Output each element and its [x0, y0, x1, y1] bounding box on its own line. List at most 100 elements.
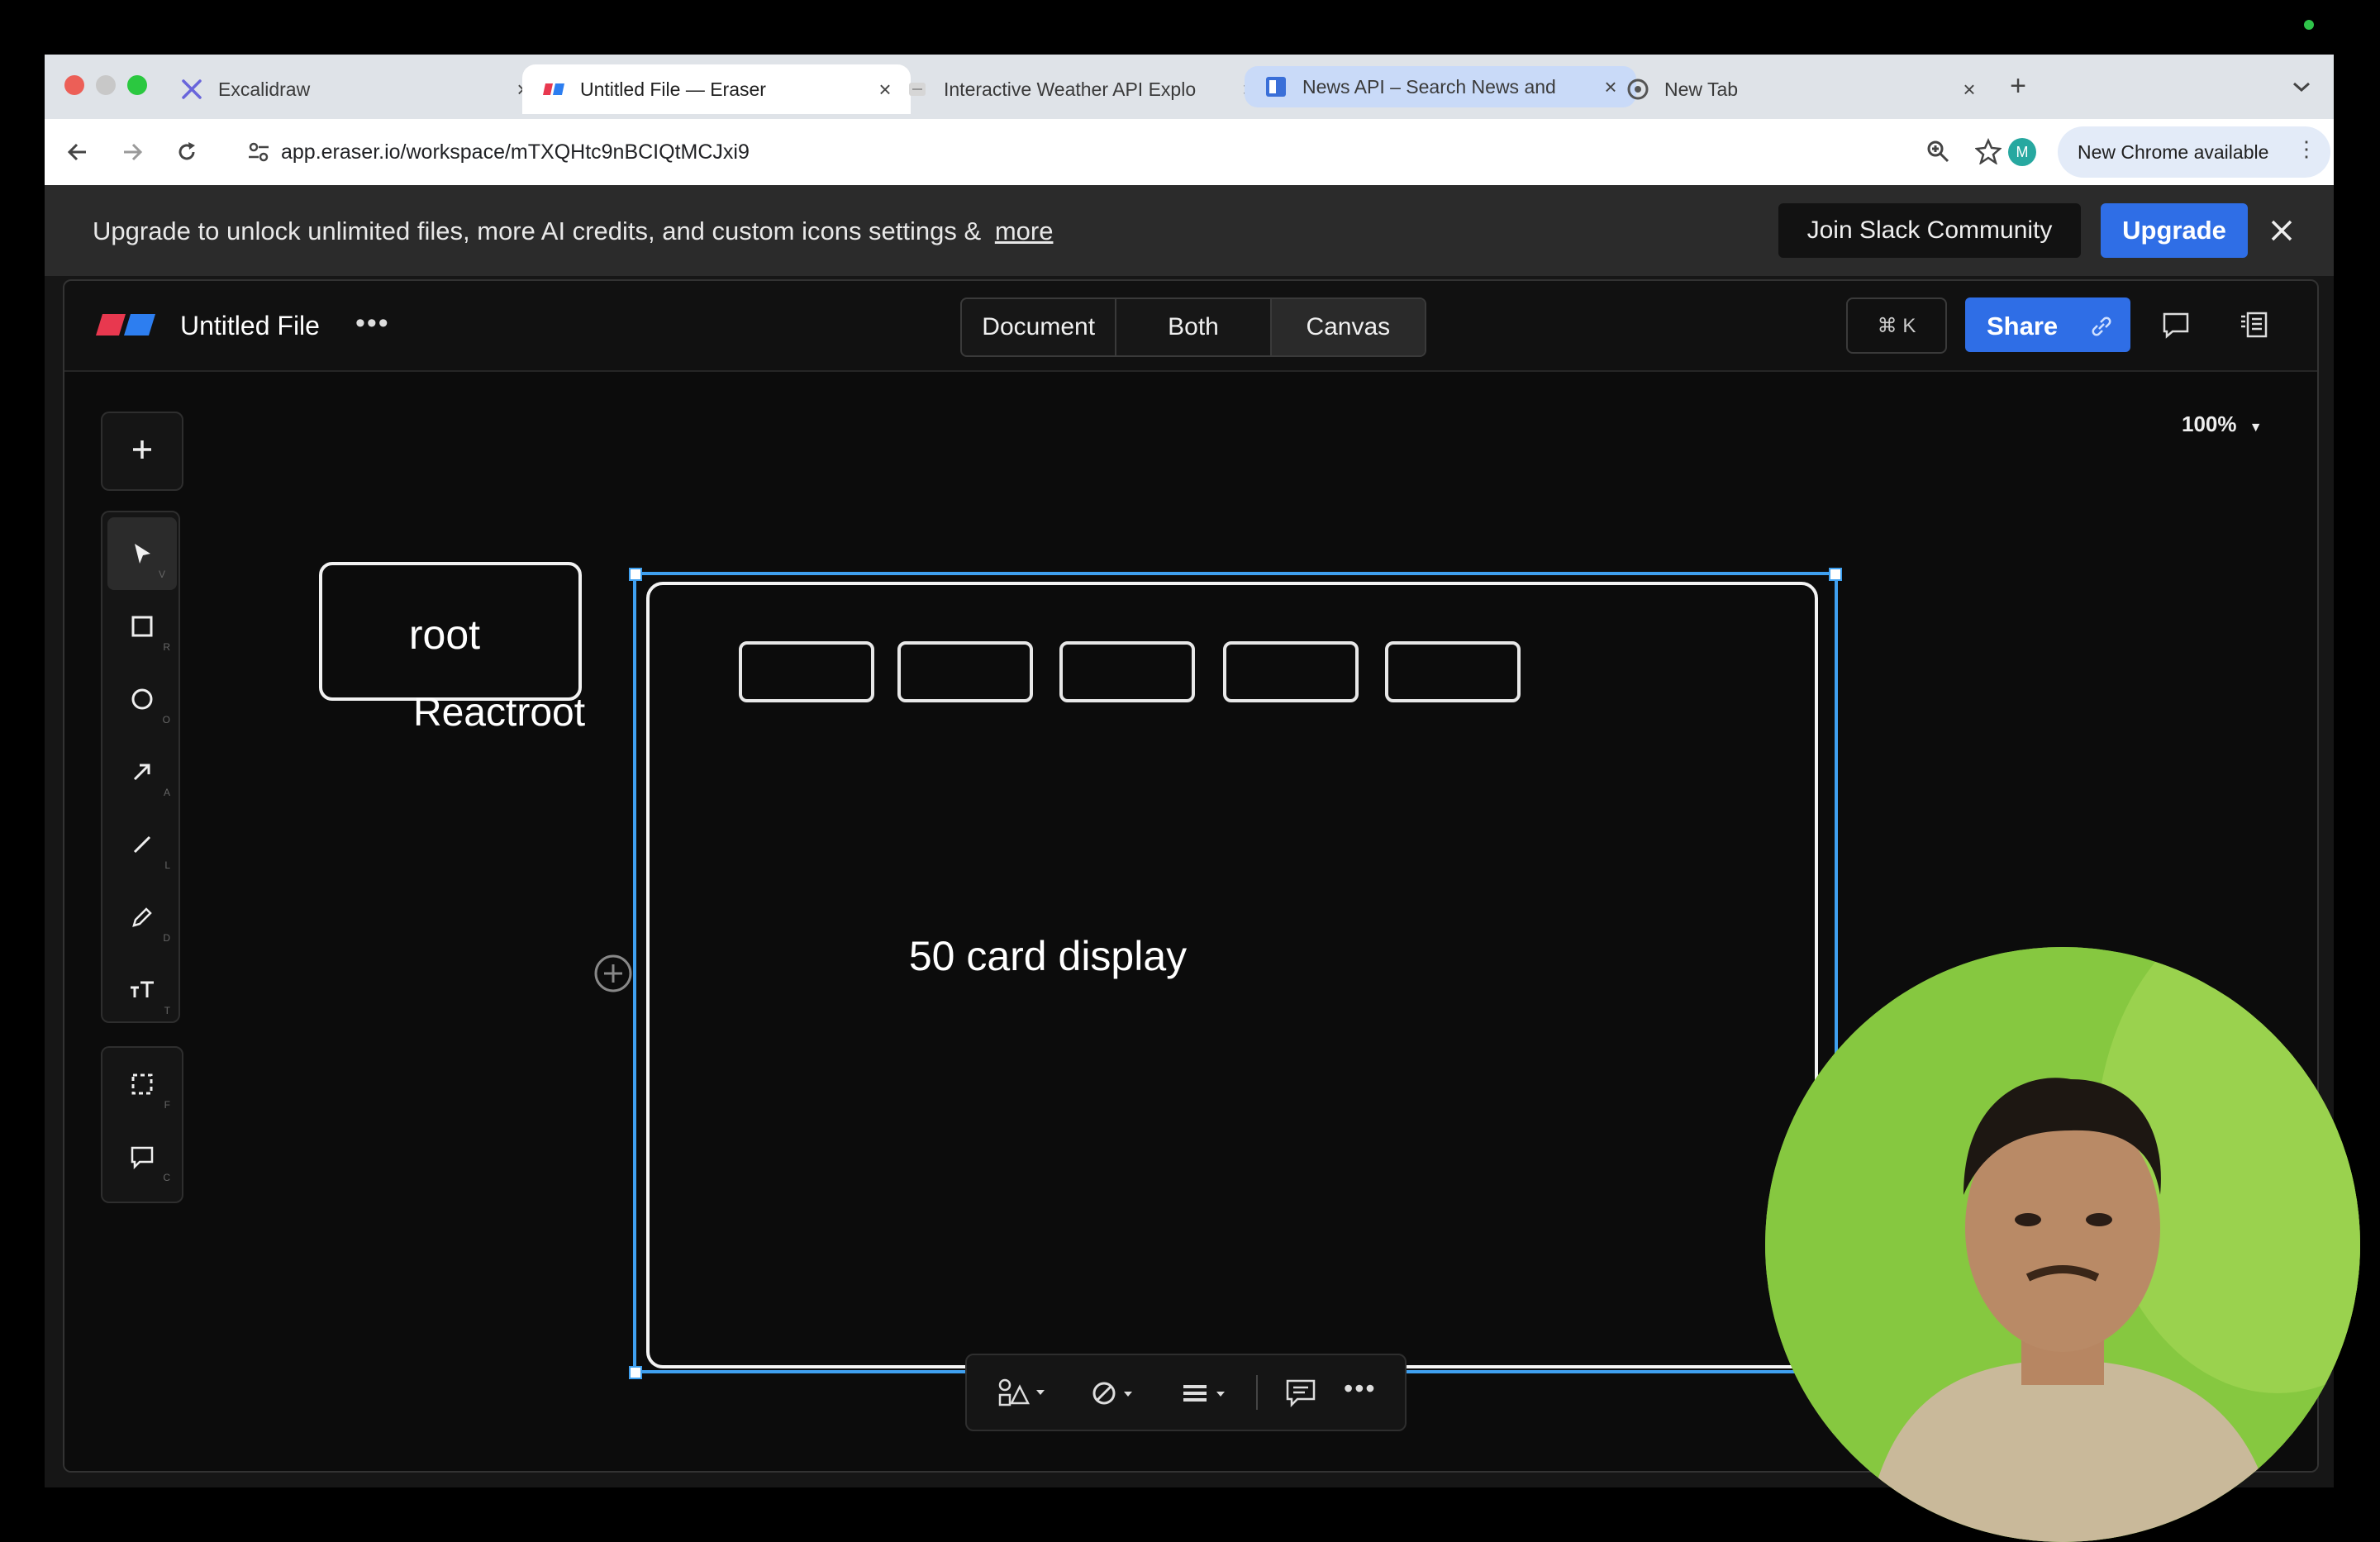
file-title[interactable]: Untitled File: [180, 311, 320, 341]
add-tool-group: [101, 412, 183, 491]
select-tool[interactable]: V: [107, 517, 177, 590]
card-placeholder[interactable]: [1059, 641, 1195, 702]
tab-new-tab[interactable]: New Tab ×: [1606, 64, 1995, 114]
view-document-button[interactable]: Document: [962, 299, 1117, 355]
pencil-tool[interactable]: D: [102, 881, 182, 954]
comment-tool[interactable]: C: [102, 1121, 182, 1193]
resize-handle[interactable]: [629, 1366, 642, 1379]
bookmark-star-icon[interactable]: [1975, 138, 2002, 164]
rectangle-tool[interactable]: R: [102, 590, 182, 663]
close-tab-icon[interactable]: ×: [1955, 75, 1983, 103]
stroke-style-icon[interactable]: [1180, 1377, 1233, 1410]
news-api-icon: [1264, 75, 1288, 98]
chrome-update-label: New Chrome available: [2078, 140, 2269, 163]
eraser-logo[interactable]: [94, 312, 157, 337]
frame-tools: F C: [101, 1046, 183, 1203]
tab-title: News API – Search News and: [1302, 75, 1556, 98]
add-connection-icon[interactable]: [594, 954, 632, 992]
zoom-control[interactable]: 100% ▼: [2182, 412, 2263, 437]
new-tab-button[interactable]: +: [2003, 70, 2033, 102]
tab-eraser[interactable]: Untitled File — Eraser ×: [522, 64, 911, 114]
command-palette-button[interactable]: ⌘ K: [1846, 297, 1947, 354]
forward-button[interactable]: [116, 136, 149, 169]
back-button[interactable]: [61, 136, 94, 169]
upgrade-button[interactable]: Upgrade: [2101, 203, 2248, 258]
tab-search-button[interactable]: [2289, 74, 2314, 99]
site-settings-icon[interactable]: [246, 140, 271, 164]
minimize-window-button[interactable]: [96, 75, 116, 95]
cursor-icon: [135, 544, 150, 564]
tab-strip: Excalidraw × Untitled File — Eraser × In…: [45, 55, 2334, 119]
eraser-icon: [542, 78, 565, 101]
banner-text: Upgrade to unlock unlimited files, more …: [93, 217, 982, 245]
editor-header: Untitled File ••• Document Both Canvas ⌘…: [64, 281, 2317, 372]
presenter-video: [1765, 947, 2360, 1542]
arrow-icon: [133, 764, 150, 781]
add-button[interactable]: [102, 413, 182, 486]
address-bar[interactable]: app.eraser.io/workspace/mTXQHtc9nBCIQtMC…: [226, 126, 2036, 178]
comment-icon: [131, 1146, 154, 1170]
outline-panel-icon[interactable]: [2238, 309, 2269, 340]
text-tool[interactable]: T: [102, 954, 182, 1026]
tab-excalidraw[interactable]: Excalidraw ×: [160, 64, 549, 114]
ellipse-tool[interactable]: O: [102, 663, 182, 735]
reactroot-label: Reactroot: [413, 691, 585, 735]
comment-icon[interactable]: [1284, 1377, 1317, 1410]
card-placeholder[interactable]: [739, 641, 874, 702]
tab-title: Interactive Weather API Explo: [944, 78, 1197, 100]
shape-style-icon[interactable]: [997, 1377, 1050, 1410]
file-menu-icon[interactable]: •••: [355, 307, 390, 340]
reload-icon: [178, 142, 195, 160]
page-icon: [906, 78, 929, 101]
more-options-icon[interactable]: •••: [1344, 1373, 1377, 1404]
arrow-left-icon: [67, 143, 86, 161]
root-label: root: [409, 612, 480, 658]
card-placeholder[interactable]: [897, 641, 1033, 702]
close-banner-icon[interactable]: [2263, 212, 2301, 250]
line-icon: [133, 835, 151, 854]
pencil-icon: [132, 907, 152, 927]
toolbar-divider: [1256, 1375, 1258, 1410]
close-window-button[interactable]: [64, 75, 84, 95]
comments-icon[interactable]: [2160, 309, 2192, 340]
tab-title: Excalidraw: [218, 78, 311, 100]
join-slack-button[interactable]: Join Slack Community: [1778, 203, 2081, 258]
more-vertical-icon[interactable]: ⋮: [2296, 138, 2317, 159]
chrome-icon: [1626, 78, 1649, 101]
drawing-tools: V R O A L D T: [101, 511, 180, 1023]
reload-button[interactable]: [170, 136, 203, 169]
rectangle-icon: [131, 616, 153, 637]
line-tool[interactable]: L: [102, 808, 182, 881]
card-placeholder[interactable]: [1385, 641, 1521, 702]
card-placeholder[interactable]: [1223, 641, 1359, 702]
resize-handle[interactable]: [1829, 568, 1842, 581]
circle-icon: [131, 688, 153, 710]
tab-news-api[interactable]: News API – Search News and ×: [1245, 66, 1636, 107]
arrow-right-icon: [124, 143, 143, 161]
share-button[interactable]: Share: [1965, 297, 2130, 352]
fill-color-icon[interactable]: [1091, 1377, 1140, 1410]
view-both-button[interactable]: Both: [1116, 299, 1272, 355]
zoom-level: 100%: [2182, 412, 2237, 436]
frame-tool[interactable]: F: [102, 1048, 182, 1121]
plus-icon: [133, 440, 151, 459]
tab-weather-api[interactable]: Interactive Weather API Explo ×: [886, 64, 1274, 114]
frame-icon: [131, 1073, 153, 1095]
resize-handle[interactable]: [629, 568, 642, 581]
zoom-icon[interactable]: [1925, 139, 1950, 164]
arrow-tool[interactable]: A: [102, 735, 182, 808]
excalidraw-icon: [180, 78, 203, 101]
chevron-down-icon: [2293, 82, 2310, 93]
selection-toolbar: •••: [965, 1354, 1407, 1431]
view-canvas-button[interactable]: Canvas: [1271, 299, 1425, 355]
profile-avatar[interactable]: M: [2008, 138, 2036, 166]
recording-indicator: [2304, 20, 2314, 30]
zoom-window-button[interactable]: [127, 75, 147, 95]
toolbar: app.eraser.io/workspace/mTXQHtc9nBCIQtMC…: [45, 119, 2334, 185]
banner-message: Upgrade to unlock unlimited files, more …: [93, 217, 1053, 246]
chrome-update-button[interactable]: New Chrome available ⋮: [2058, 126, 2330, 178]
tab-title: Untitled File — Eraser: [580, 78, 766, 100]
banner-more-link[interactable]: more: [995, 217, 1054, 245]
tab-title: New Tab: [1664, 78, 1739, 100]
link-icon[interactable]: [2089, 314, 2114, 339]
